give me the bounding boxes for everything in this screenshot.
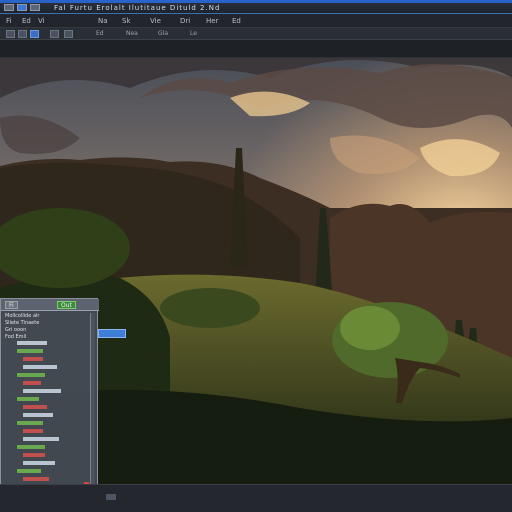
menu-bar: Fi Ed Vi Na Sk Vie Dri Her Ed	[0, 14, 512, 28]
tree-item[interactable]	[17, 349, 43, 353]
title-bar: Fal Furtu Erolalt Ilutitaue Dituld 2.Nd	[0, 0, 512, 14]
panel-row[interactable]: Gri ooon	[5, 327, 26, 333]
outliner-tree[interactable]	[13, 339, 73, 489]
tree-item[interactable]	[23, 357, 43, 361]
panel-row[interactable]: Sliete Tinaete	[5, 320, 39, 326]
status-bar	[0, 484, 512, 512]
menu-item-editor[interactable]: Ed	[232, 17, 241, 25]
tree-item[interactable]	[23, 437, 59, 441]
menu-item-viewport[interactable]: Vie	[150, 17, 161, 25]
layout-icon[interactable]	[30, 4, 40, 11]
tree-item[interactable]	[23, 477, 49, 481]
panel-tab-outliner[interactable]: Out	[57, 301, 76, 309]
tree-item[interactable]	[23, 429, 43, 433]
rotate-tool-icon[interactable]	[30, 30, 39, 38]
menu-item-view[interactable]: Vi	[38, 17, 45, 25]
status-indicator-icon[interactable]	[106, 494, 116, 500]
snap-tool-icon[interactable]	[64, 30, 73, 38]
toolbar-label-edit[interactable]: Ed	[96, 30, 104, 37]
title-icon-group	[4, 4, 40, 11]
menu-item-sketch[interactable]: Sk	[122, 17, 131, 25]
select-tool-icon[interactable]	[6, 30, 15, 38]
tree-item[interactable]	[17, 341, 47, 345]
menu-item-nav[interactable]: Na	[98, 17, 108, 25]
move-tool-icon[interactable]	[18, 30, 27, 38]
toolbar-label-global[interactable]: Gla	[158, 30, 168, 37]
menu-item-file[interactable]: Fi	[6, 17, 11, 25]
tree-item[interactable]	[23, 453, 45, 457]
menu-item-help[interactable]: Her	[206, 17, 218, 25]
tree-item[interactable]	[23, 389, 61, 393]
tree-item[interactable]	[17, 397, 39, 401]
menu-item-edit[interactable]: Ed	[22, 17, 31, 25]
toolbar-label-near[interactable]: Nea	[126, 30, 138, 37]
panel-row[interactable]: Mollcollide alr	[5, 313, 39, 319]
tree-item[interactable]	[17, 445, 45, 449]
panel-expand-button[interactable]	[98, 329, 126, 338]
tree-item[interactable]	[23, 461, 55, 465]
tree-item[interactable]	[23, 413, 53, 417]
title-accent-strip	[0, 0, 512, 3]
toolbar: Ed Nea Gla Le	[0, 28, 512, 40]
window-title: Fal Furtu Erolalt Ilutitaue Dituld 2.Nd	[54, 4, 221, 12]
outliner-panel[interactable]: Fi Out Mollcollide alr Sliete Tinaete Gr…	[0, 298, 99, 496]
scale-tool-icon[interactable]	[50, 30, 59, 38]
options-bar	[0, 40, 512, 58]
tree-item[interactable]	[23, 365, 57, 369]
window-icon[interactable]	[17, 4, 27, 11]
panel-scrollbar[interactable]	[90, 313, 95, 493]
panel-header[interactable]: Fi Out	[1, 299, 99, 311]
toolbar-label-level[interactable]: Le	[190, 30, 197, 37]
panel-tab-file[interactable]: Fi	[5, 301, 18, 309]
tree-item[interactable]	[23, 381, 41, 385]
tree-item[interactable]	[23, 405, 47, 409]
app-icon[interactable]	[4, 4, 14, 11]
tree-item[interactable]	[17, 373, 45, 377]
tree-item[interactable]	[17, 421, 43, 425]
menu-item-draw[interactable]: Dri	[180, 17, 190, 25]
tree-item[interactable]	[17, 469, 41, 473]
